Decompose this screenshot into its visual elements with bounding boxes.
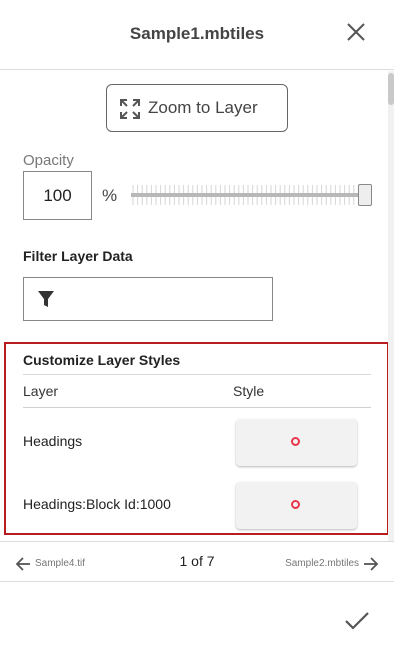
close-icon [347, 23, 365, 41]
layer-style-button[interactable] [236, 419, 357, 466]
filter-input[interactable] [23, 277, 273, 321]
opacity-unit: % [102, 186, 118, 205]
layer-row-label: Headings:Block Id:1000 [23, 496, 171, 512]
slider-thumb[interactable] [358, 184, 372, 206]
next-layer-button[interactable]: Sample2.mbtiles [275, 555, 379, 573]
dialog-content: Zoom to Layer Opacity 100 % Filter Layer… [0, 71, 394, 541]
point-marker-icon [291, 437, 300, 446]
zoom-to-layer-label: Zoom to Layer [148, 98, 258, 117]
zoom-extent-icon [120, 99, 140, 119]
filter-icon [38, 291, 54, 307]
customize-layer-styles-panel: Customize Layer Styles Layer Style Headi… [4, 342, 389, 535]
slider-track [131, 193, 363, 197]
layer-style-button[interactable] [236, 482, 357, 529]
next-layer-label: Sample2.mbtiles [285, 558, 359, 569]
opacity-label: Opacity [23, 152, 74, 169]
confirm-button[interactable] [344, 610, 370, 632]
close-button[interactable] [346, 22, 366, 42]
divider [23, 374, 371, 375]
customize-layer-styles-title: Customize Layer Styles [23, 352, 181, 368]
vertical-scrollbar[interactable] [388, 71, 394, 541]
column-header-layer: Layer [23, 383, 59, 399]
arrow-right-icon [364, 557, 379, 571]
column-header-style: Style [233, 383, 265, 399]
dialog-header: Sample1.mbtiles [0, 0, 394, 70]
divider [23, 407, 371, 408]
zoom-to-layer-button[interactable]: Zoom to Layer [106, 84, 288, 132]
point-marker-icon [291, 500, 300, 509]
filter-layer-data-label: Filter Layer Data [23, 248, 133, 264]
scrollbar-thumb[interactable] [388, 73, 394, 105]
layer-navigation: Sample4.tif 1 of 7 Sample2.mbtiles [0, 541, 394, 582]
opacity-input[interactable]: 100 [23, 171, 92, 220]
checkmark-icon [345, 612, 369, 630]
dialog-title: Sample1.mbtiles [129, 24, 265, 43]
layer-row-label: Headings [23, 433, 83, 449]
opacity-slider[interactable] [131, 179, 373, 211]
